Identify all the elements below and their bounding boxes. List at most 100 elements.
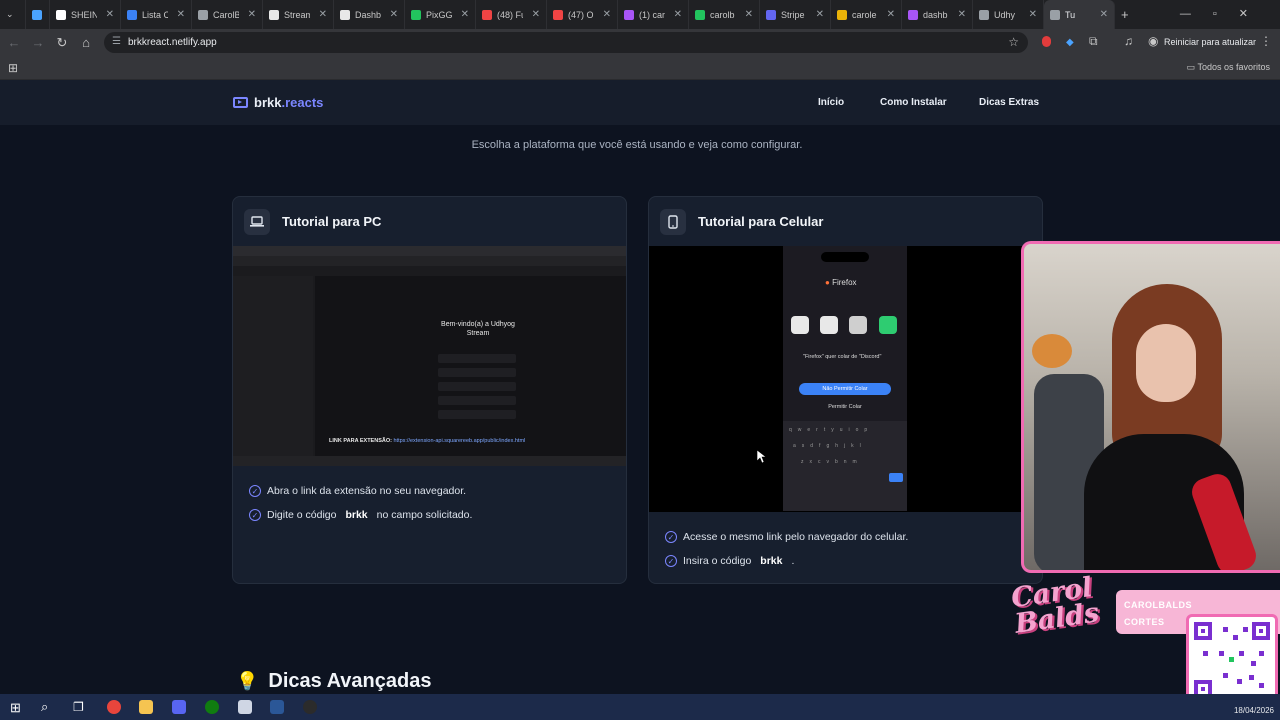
bookmark-star-icon[interactable]: ☆ <box>1008 35 1019 49</box>
site-info-icon[interactable]: ☰ <box>112 36 121 47</box>
close-tab-icon[interactable]: ✕ <box>1029 9 1037 20</box>
step-item: ✓ Digite o código brkk no campo solicita… <box>249 503 626 527</box>
close-tab-icon[interactable]: ✕ <box>106 9 114 20</box>
tab-favicon-icon <box>837 9 847 20</box>
os-taskbar: ⊞ ⌕ ❐ 18/04/2026 <box>0 694 1280 720</box>
forward-icon[interactable]: → <box>26 35 50 50</box>
tab-label: (48) Fu <box>497 9 523 20</box>
code-value: brkk <box>760 555 783 567</box>
browser-tab[interactable]: Dashb ✕ <box>334 0 405 29</box>
browser-tab[interactable]: Stream ✕ <box>263 0 334 29</box>
tab-label: Dashb <box>355 9 381 20</box>
tab-favicon-icon <box>553 9 563 20</box>
browser-tab[interactable]: Udhy ✕ <box>973 0 1044 29</box>
extensions-puzzle-icon[interactable]: ⧉ <box>1089 34 1098 49</box>
word-icon[interactable] <box>270 700 284 714</box>
browser-tab[interactable]: CarolB ✕ <box>192 0 263 29</box>
webcam-overlay <box>1021 241 1280 573</box>
media-control-icon[interactable]: ♫ <box>1124 34 1133 48</box>
brand-logo[interactable]: brkk.reacts <box>233 95 323 110</box>
security-icon[interactable] <box>238 700 252 714</box>
tab-favicon-icon <box>56 9 66 20</box>
close-tab-icon[interactable]: ✕ <box>248 9 256 20</box>
close-tab-icon[interactable]: ✕ <box>958 9 966 20</box>
close-tab-icon[interactable]: ✕ <box>461 9 469 20</box>
step-item: ✓ Insira o código brkk . <box>665 549 1042 573</box>
nav-link-inicio[interactable]: Início <box>818 97 844 108</box>
browser-tab[interactable]: Tu ✕ <box>1044 0 1115 29</box>
close-tab-icon[interactable]: ✕ <box>674 9 682 20</box>
qr-code <box>1186 614 1278 706</box>
play-screen-icon <box>233 97 248 108</box>
pc-tutorial-screenshot: Bem-vindo(a) a Udhyog Stream LINK PARA E… <box>233 246 626 466</box>
card-title: Tutorial para PC <box>282 214 382 229</box>
window-controls: —▫✕ <box>1179 8 1270 20</box>
taskbar-date: 18/04/2026 <box>1233 706 1274 715</box>
close-tab-icon[interactable]: ✕ <box>532 9 540 20</box>
close-tab-icon[interactable]: ✕ <box>603 9 611 20</box>
tab-label: (47) O <box>568 9 594 20</box>
tab-label: (1) car <box>639 9 665 20</box>
extension-icon[interactable] <box>1042 36 1051 47</box>
apps-grid-icon[interactable]: ⊞ <box>8 61 18 75</box>
close-tab-icon[interactable]: ✕ <box>745 9 753 20</box>
search-icon[interactable]: ⌕ <box>41 699 48 715</box>
close-tab-icon[interactable]: ✕ <box>390 9 398 20</box>
browser-tab[interactable]: carolb ✕ <box>689 0 760 29</box>
tab-label: PixGG <box>426 9 452 20</box>
close-tab-icon[interactable]: ✕ <box>319 9 327 20</box>
browser-tab[interactable]: SHEIN ✕ <box>50 0 121 29</box>
browser-tab[interactable]: dashb ✕ <box>902 0 973 29</box>
code-value: brkk <box>345 509 368 521</box>
close-tab-icon[interactable]: ✕ <box>816 9 824 20</box>
new-tab-button[interactable]: + <box>1115 0 1135 29</box>
obs-icon[interactable] <box>303 700 317 714</box>
tab-list-button[interactable]: ⌄ <box>0 0 26 29</box>
browser-tab[interactable]: Lista C ✕ <box>121 0 192 29</box>
browser-tab[interactable]: (1) car ✕ <box>618 0 689 29</box>
browser-tab[interactable]: (48) Fu ✕ <box>476 0 547 29</box>
nav-link-dicas-extras[interactable]: Dicas Extras <box>979 97 1039 108</box>
tab-favicon-icon <box>269 9 279 20</box>
close-tab-icon[interactable]: ✕ <box>887 9 895 20</box>
tab-favicon-icon <box>482 9 492 20</box>
tab-label: dashb <box>923 9 948 20</box>
xbox-icon[interactable] <box>205 700 219 714</box>
browser-tab[interactable]: (47) O ✕ <box>547 0 618 29</box>
browser-tab[interactable]: carole ✕ <box>831 0 902 29</box>
home-icon[interactable]: ⌂ <box>74 35 98 50</box>
check-circle-icon: ✓ <box>665 555 677 567</box>
screenshot-welcome-text: Bem-vindo(a) a Udhyog Stream <box>441 321 515 337</box>
check-circle-icon: ✓ <box>249 485 261 497</box>
bookmarks-bar: ⊞ ▭ Todos os favoritos <box>0 56 1280 80</box>
file-explorer-icon[interactable] <box>139 700 153 714</box>
nav-link-como-instalar[interactable]: Como Instalar <box>880 97 947 108</box>
task-view-icon[interactable]: ❐ <box>73 700 84 714</box>
browser-tab[interactable] <box>26 0 50 29</box>
windows-start-icon[interactable]: ⊞ <box>10 700 21 716</box>
paste-prompt: "Firefox" quer colar de "Discord" <box>803 354 882 360</box>
address-toolbar: ← → ↻ ⌂ ☰ brkkreact.netlify.app ☆ ◆ ⧉ ♫ … <box>0 29 1280 56</box>
check-circle-icon: ✓ <box>665 531 677 543</box>
back-icon[interactable]: ← <box>2 35 26 50</box>
all-favorites-button[interactable]: ▭ Todos os favoritos <box>1187 62 1270 73</box>
mobile-tutorial-card: Tutorial para Celular ● Firefox "Firefox… <box>648 196 1043 584</box>
tab-label: SHEIN <box>71 9 97 20</box>
chrome-taskbar-icon[interactable] <box>107 700 121 714</box>
step-item: ✓ Acesse o mesmo link pelo navegador do … <box>665 525 1042 549</box>
close-tab-icon[interactable]: ✕ <box>177 9 185 20</box>
tab-favicon-icon <box>127 9 137 20</box>
more-menu-icon[interactable]: ⋮ <box>1260 34 1272 48</box>
discord-icon[interactable] <box>172 700 186 714</box>
browser-tab[interactable]: Stripe ✕ <box>760 0 831 29</box>
profile-icon[interactable]: ◉ <box>1148 34 1158 48</box>
close-tab-icon[interactable]: ✕ <box>1100 9 1108 20</box>
address-field[interactable]: ☰ brkkreact.netlify.app ☆ <box>104 32 1028 53</box>
lightbulb-icon: 💡 <box>236 671 259 691</box>
reload-icon[interactable]: ↻ <box>50 35 74 51</box>
tab-label: Stripe <box>781 9 805 20</box>
restart-update-button[interactable]: Reiniciar para atualizar <box>1164 37 1256 47</box>
tab-favicon-icon <box>766 9 776 20</box>
browser-tab[interactable]: PixGG ✕ <box>405 0 476 29</box>
extension-icon[interactable]: ◆ <box>1066 37 1074 48</box>
